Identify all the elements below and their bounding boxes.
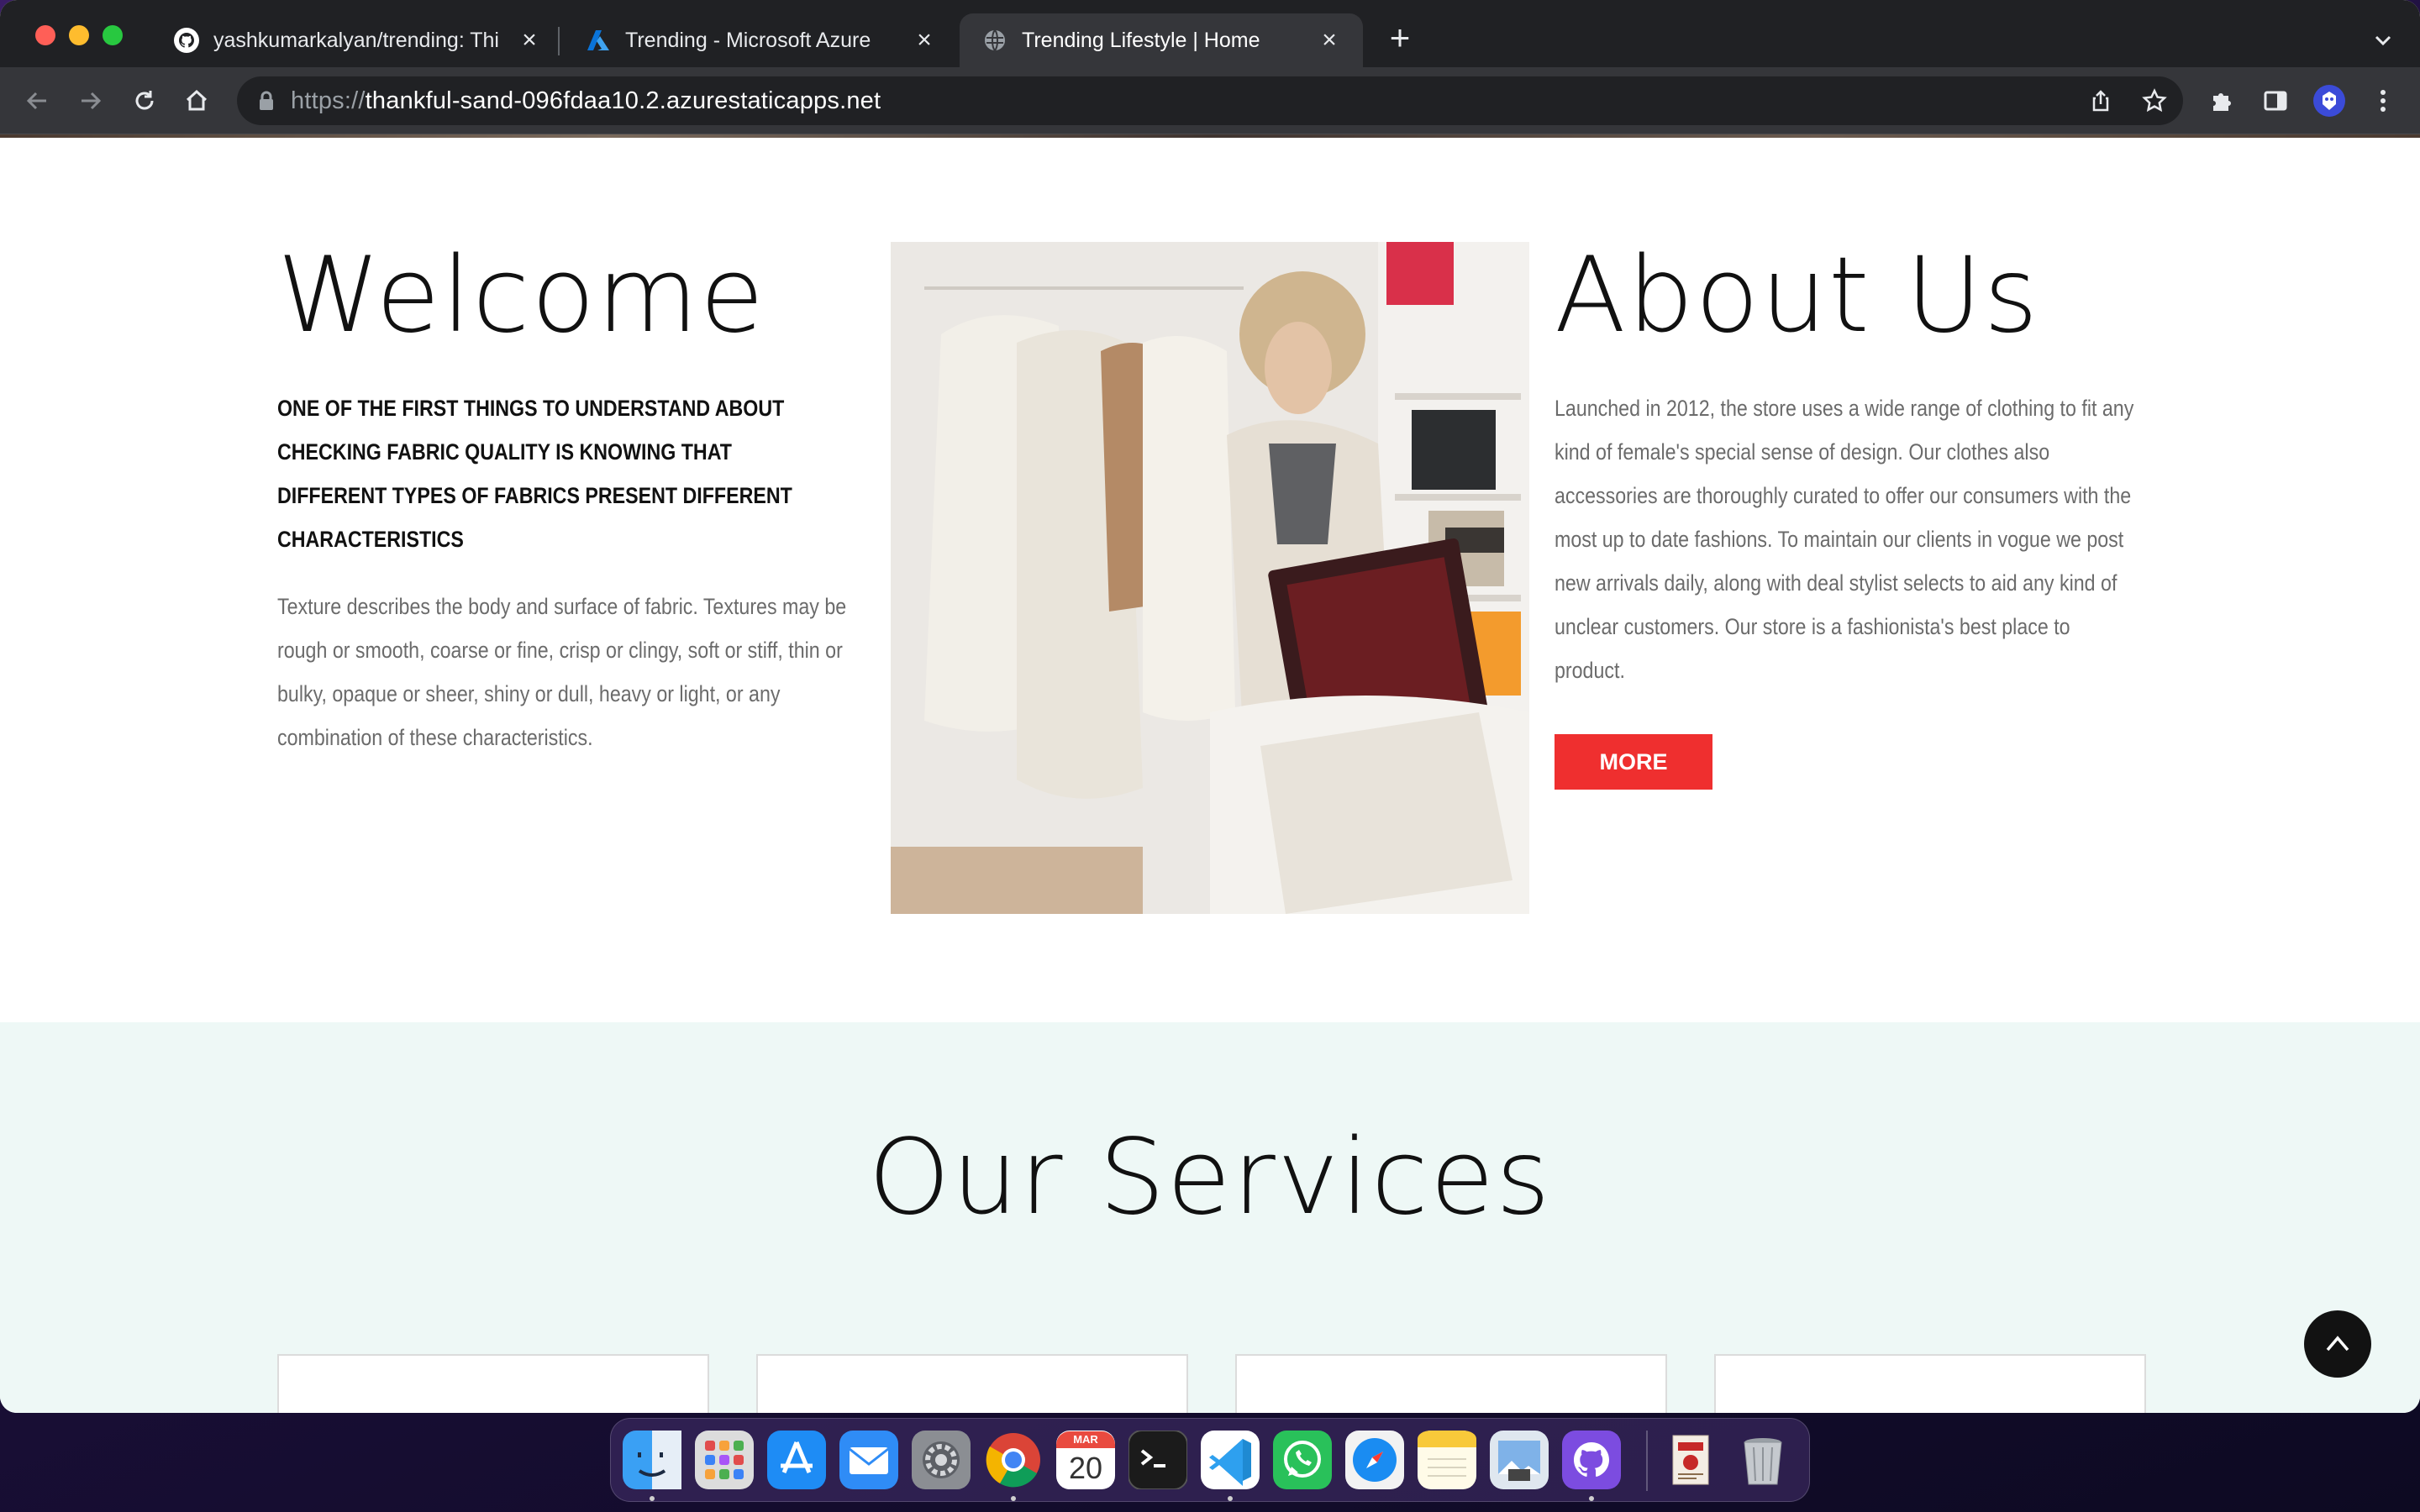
running-indicator bbox=[1011, 1496, 1016, 1501]
clothing-rack-photo bbox=[891, 242, 1529, 914]
about-body-text: Launched in 2012, the store uses a wide … bbox=[1555, 396, 2134, 683]
services-title: Our Services bbox=[868, 1117, 1552, 1238]
notes-icon[interactable] bbox=[1418, 1431, 1476, 1489]
tab-separator bbox=[558, 27, 560, 55]
chevron-up-icon bbox=[2326, 1336, 2349, 1352]
share-icon[interactable] bbox=[2084, 84, 2118, 118]
chrome-icon[interactable] bbox=[984, 1431, 1043, 1489]
tab-strip: yashkumarkalyan/trending: Thi × Trending… bbox=[0, 0, 2420, 67]
finder-icon[interactable] bbox=[623, 1431, 681, 1489]
github-desktop-icon[interactable] bbox=[1562, 1431, 1621, 1489]
trash-icon[interactable] bbox=[1733, 1431, 1792, 1489]
terminal-icon[interactable] bbox=[1128, 1431, 1187, 1489]
browser-window: yashkumarkalyan/trending: Thi × Trending… bbox=[0, 0, 2420, 1413]
calendar-month: MAR bbox=[1056, 1431, 1115, 1448]
system-settings-icon[interactable] bbox=[912, 1431, 971, 1489]
url-text[interactable]: https://thankful-sand-096fdaa10.2.azures… bbox=[291, 87, 881, 115]
calendar-day: 20 bbox=[1068, 1451, 1103, 1485]
dock-divider bbox=[1646, 1431, 1648, 1491]
side-panel-icon[interactable] bbox=[2259, 84, 2292, 118]
service-card[interactable] bbox=[756, 1354, 1188, 1413]
window-close-button[interactable] bbox=[35, 25, 55, 45]
hero-image-edge bbox=[0, 134, 2420, 138]
address-bar[interactable]: https://thankful-sand-096fdaa10.2.azures… bbox=[237, 76, 2183, 125]
reload-icon[interactable] bbox=[128, 84, 161, 118]
preview-icon[interactable] bbox=[1490, 1431, 1549, 1489]
running-indicator bbox=[1589, 1496, 1594, 1501]
service-card[interactable] bbox=[1235, 1354, 1667, 1413]
lock-icon[interactable] bbox=[257, 91, 276, 111]
close-icon[interactable]: × bbox=[909, 25, 939, 55]
running-indicator bbox=[650, 1496, 655, 1501]
safari-icon[interactable] bbox=[1345, 1431, 1404, 1489]
welcome-lead-text: ONE OF THE FIRST THINGS TO UNDERSTAND AB… bbox=[277, 396, 792, 552]
calendar-icon[interactable]: MAR 20 bbox=[1056, 1431, 1115, 1489]
tab-trending-lifestyle[interactable]: Trending Lifestyle | Home × bbox=[960, 13, 1363, 67]
whatsapp-icon[interactable] bbox=[1273, 1431, 1332, 1489]
back-to-top-button[interactable] bbox=[2304, 1310, 2371, 1378]
globe-icon bbox=[981, 27, 1008, 54]
url-scheme: https:// bbox=[291, 87, 366, 114]
tab-azure[interactable]: Trending - Microsoft Azure × bbox=[563, 13, 958, 67]
forward-icon[interactable] bbox=[74, 84, 108, 118]
new-tab-button[interactable]: + bbox=[1385, 20, 1415, 55]
tab-title: Trending Lifestyle | Home bbox=[1022, 28, 1260, 52]
about-title: About Us bbox=[1555, 235, 2040, 356]
vscode-icon[interactable] bbox=[1201, 1431, 1260, 1489]
tab-title: Trending - Microsoft Azure bbox=[625, 28, 871, 52]
document-icon[interactable] bbox=[1661, 1431, 1720, 1489]
home-icon[interactable] bbox=[180, 84, 213, 118]
menu-kebab-icon[interactable] bbox=[2366, 84, 2400, 118]
back-icon[interactable] bbox=[20, 84, 54, 118]
bookmark-star-icon[interactable] bbox=[2138, 84, 2171, 118]
url-host: thankful-sand-096fdaa10.2.azurestaticapp… bbox=[365, 87, 881, 114]
tab-search-chevron-icon[interactable] bbox=[2368, 25, 2398, 55]
tab-github[interactable]: yashkumarkalyan/trending: Thi × bbox=[151, 13, 563, 67]
service-card[interactable] bbox=[277, 1354, 709, 1413]
web-page: Welcome ONE OF THE FIRST THINGS TO UNDER… bbox=[0, 134, 2420, 1413]
welcome-title: Welcome bbox=[277, 235, 766, 356]
service-card[interactable] bbox=[1714, 1354, 2146, 1413]
profile-avatar[interactable] bbox=[2312, 84, 2346, 118]
extensions-puzzle-icon[interactable] bbox=[2205, 84, 2238, 118]
browser-toolbar: https://thankful-sand-096fdaa10.2.azures… bbox=[0, 67, 2420, 134]
running-indicator bbox=[1228, 1496, 1233, 1501]
window-minimize-button[interactable] bbox=[69, 25, 89, 45]
azure-icon bbox=[585, 27, 612, 54]
app-store-icon[interactable] bbox=[767, 1431, 826, 1489]
macos-dock: MAR 20 bbox=[610, 1418, 1810, 1502]
launchpad-icon[interactable] bbox=[695, 1431, 754, 1489]
more-button[interactable]: MORE bbox=[1555, 734, 1712, 790]
close-icon[interactable]: × bbox=[514, 25, 544, 55]
close-icon[interactable]: × bbox=[1314, 25, 1344, 55]
window-maximize-button[interactable] bbox=[103, 25, 123, 45]
mail-icon[interactable] bbox=[839, 1431, 898, 1489]
welcome-body-text: Texture describes the body and surface o… bbox=[277, 594, 847, 750]
tab-title: yashkumarkalyan/trending: Thi bbox=[213, 28, 499, 52]
github-icon bbox=[173, 27, 200, 54]
